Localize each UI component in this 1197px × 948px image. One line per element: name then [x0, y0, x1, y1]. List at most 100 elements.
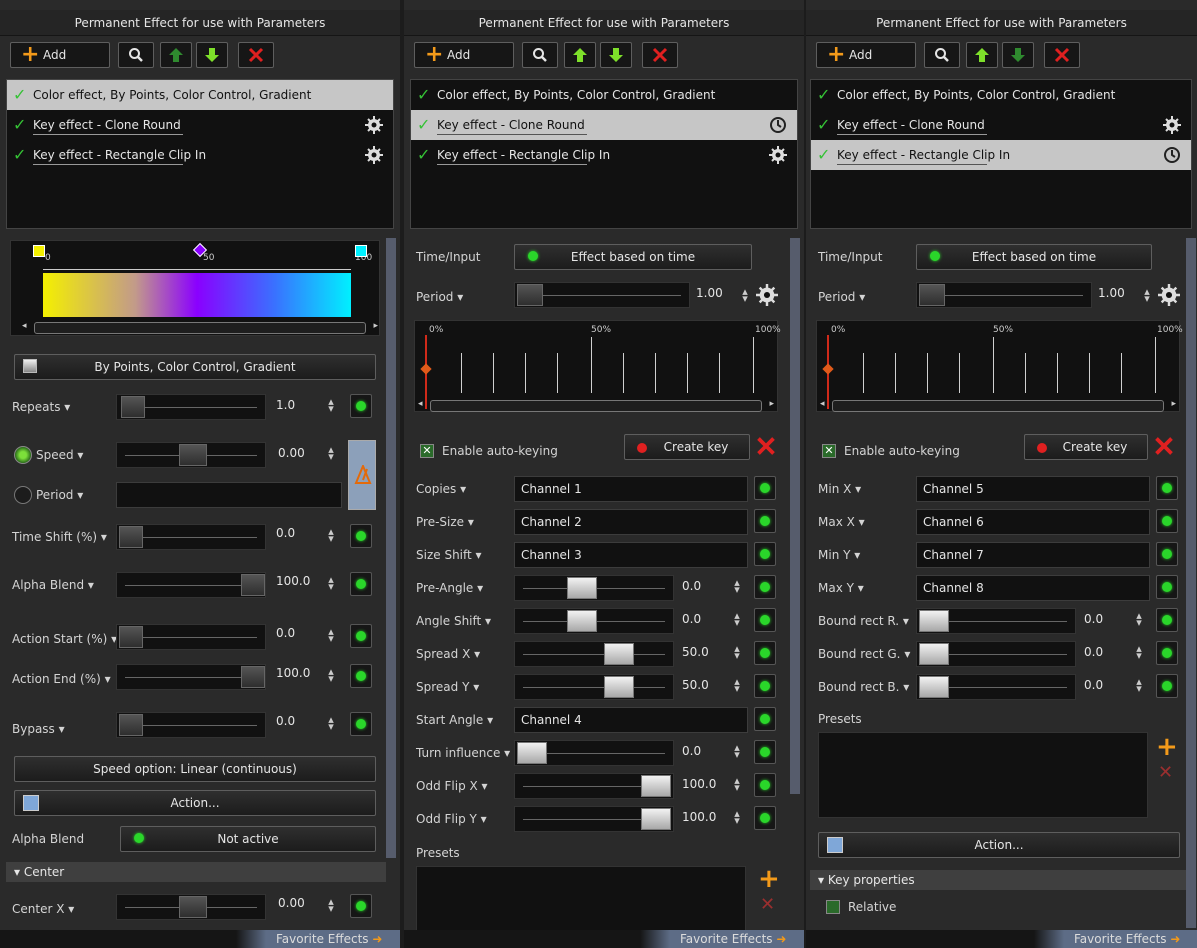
add-button[interactable]: + Add — [414, 42, 514, 68]
param-channel-button[interactable] — [1156, 509, 1178, 533]
presets-list[interactable] — [818, 732, 1148, 818]
delete-button[interactable] — [1044, 42, 1080, 68]
action-end-label[interactable]: Action End (%) ▾ — [12, 672, 111, 686]
param-slider[interactable] — [514, 806, 674, 832]
gradient-bar[interactable] — [43, 273, 351, 317]
param-value[interactable]: 0.0 — [682, 579, 701, 593]
param-spinner[interactable]: ▴ ▾ — [1132, 643, 1146, 663]
repeats-value[interactable]: 1.0 — [276, 398, 295, 412]
channel-field[interactable]: Channel 1 — [514, 476, 748, 502]
effect-item-clone-round[interactable]: ✓ Key effect - Clone Round — [811, 110, 1191, 140]
action-button[interactable]: Action... — [14, 790, 376, 816]
alpha-blend-channel-button[interactable] — [350, 572, 372, 596]
gradient-stop-yellow[interactable] — [33, 245, 45, 257]
param-spinner[interactable]: ▴ ▾ — [730, 742, 744, 762]
time-shift-channel-button[interactable] — [350, 524, 372, 548]
action-end-slider[interactable] — [116, 664, 266, 690]
param-label[interactable]: Odd Flip Y ▾ — [416, 812, 487, 826]
gear-icon[interactable] — [365, 116, 383, 137]
bypass-value[interactable]: 0.0 — [276, 714, 295, 728]
param-value[interactable]: 100.0 — [682, 777, 716, 791]
param-label[interactable]: Max Y ▾ — [818, 581, 864, 595]
param-spinner[interactable]: ▴ ▾ — [730, 676, 744, 696]
move-down-button[interactable] — [196, 42, 228, 68]
param-label[interactable]: Turn influence ▾ — [416, 746, 510, 760]
param-channel-button[interactable] — [754, 542, 776, 566]
action-start-label[interactable]: Action Start (%) ▾ — [12, 632, 117, 646]
slider-thumb[interactable] — [919, 676, 949, 698]
vertical-scrollbar[interactable] — [386, 238, 396, 858]
clock-icon[interactable] — [1163, 146, 1181, 167]
slider-thumb[interactable] — [604, 643, 634, 665]
add-preset-icon[interactable]: + — [758, 866, 780, 892]
param-label[interactable]: Bound rect G. ▾ — [818, 647, 910, 661]
search-button[interactable] — [522, 42, 558, 68]
search-button[interactable] — [924, 42, 960, 68]
move-down-button[interactable] — [1002, 42, 1034, 68]
param-channel-button[interactable] — [754, 509, 776, 533]
param-spinner[interactable]: ▴ ▾ — [1132, 676, 1146, 696]
period-value[interactable]: 1.00 — [1098, 286, 1125, 300]
param-label[interactable]: Min Y ▾ — [818, 548, 860, 562]
action-start-value[interactable]: 0.0 — [276, 626, 295, 640]
scroll-left-icon[interactable]: ◂ — [418, 399, 423, 409]
relative-checkbox[interactable] — [826, 900, 840, 914]
period-spinner[interactable]: ▴ ▾ — [1140, 286, 1154, 306]
param-value[interactable]: 0.0 — [1084, 612, 1103, 626]
alpha-blend-label[interactable]: Alpha Blend ▾ — [12, 578, 94, 592]
param-channel-button[interactable] — [1156, 674, 1178, 698]
param-label[interactable]: Bound rect B. ▾ — [818, 680, 909, 694]
effect-item-color[interactable]: ✓ Color effect, By Points, Color Control… — [7, 80, 393, 110]
param-channel-button[interactable] — [754, 806, 776, 830]
action-end-value[interactable]: 100.0 — [276, 666, 310, 680]
add-preset-icon[interactable]: + — [1156, 734, 1178, 760]
add-button[interactable]: + Add — [816, 42, 916, 68]
param-slider[interactable] — [514, 608, 674, 634]
param-label[interactable]: Angle Shift ▾ — [416, 614, 491, 628]
gradient-stop-cyan[interactable] — [355, 245, 367, 257]
param-channel-button[interactable] — [754, 773, 776, 797]
bypass-channel-button[interactable] — [350, 712, 372, 736]
slider-thumb[interactable] — [919, 610, 949, 632]
auto-keying-label[interactable]: Enable auto-keying — [442, 444, 558, 458]
param-slider[interactable] — [514, 674, 674, 700]
auto-keying-checkbox[interactable]: ✕ — [822, 444, 836, 458]
timeline-scrollbar[interactable]: ◂ ▸ — [416, 398, 776, 414]
center-x-spinner[interactable]: ▴ ▾ — [324, 896, 338, 916]
color-control-button[interactable]: By Points, Color Control, Gradient — [14, 354, 376, 380]
speed-slider[interactable] — [116, 442, 266, 468]
speed-value[interactable]: 0.00 — [278, 446, 305, 460]
channel-field[interactable]: Channel 4 — [514, 707, 748, 733]
slider-thumb[interactable] — [567, 610, 597, 632]
effect-item-rect-clip[interactable]: ✓ Key effect - Rectangle Clip In — [811, 140, 1191, 170]
param-channel-button[interactable] — [754, 575, 776, 599]
period-radio[interactable] — [14, 486, 32, 504]
param-spinner[interactable]: ▴ ▾ — [730, 610, 744, 630]
alpha-blend-value[interactable]: 100.0 — [276, 574, 310, 588]
param-label[interactable]: Start Angle ▾ — [416, 713, 493, 727]
scroll-left-icon[interactable]: ◂ — [820, 399, 825, 409]
channel-field[interactable]: Channel 8 — [916, 575, 1150, 601]
center-x-label[interactable]: Center X ▾ — [12, 902, 74, 916]
auto-keying-label[interactable]: Enable auto-keying — [844, 444, 960, 458]
channel-field[interactable]: Channel 3 — [514, 542, 748, 568]
slider-thumb[interactable] — [919, 643, 949, 665]
slider-thumb[interactable] — [567, 577, 597, 599]
param-label[interactable]: Max X ▾ — [818, 515, 865, 529]
timeline-scrollbar[interactable]: ◂ ▸ — [818, 398, 1178, 414]
effect-based-button[interactable]: Effect based on time — [916, 244, 1152, 270]
effect-item-clone-round[interactable]: ✓ Key effect - Clone Round — [411, 110, 797, 140]
slider-thumb[interactable] — [641, 808, 671, 830]
param-label[interactable]: Bound rect R. ▾ — [818, 614, 909, 628]
center-x-slider[interactable] — [116, 894, 266, 920]
remove-preset-icon[interactable]: ✕ — [760, 896, 775, 914]
param-channel-button[interactable] — [754, 707, 776, 731]
effect-based-button[interactable]: Effect based on time — [514, 244, 752, 270]
period-field[interactable] — [116, 482, 342, 508]
add-button[interactable]: + Add — [10, 42, 110, 68]
move-up-button[interactable] — [160, 42, 192, 68]
create-key-button[interactable]: Create key — [1024, 434, 1148, 460]
param-spinner[interactable]: ▴ ▾ — [730, 643, 744, 663]
action-start-slider[interactable] — [116, 624, 266, 650]
gear-icon[interactable] — [365, 146, 383, 167]
